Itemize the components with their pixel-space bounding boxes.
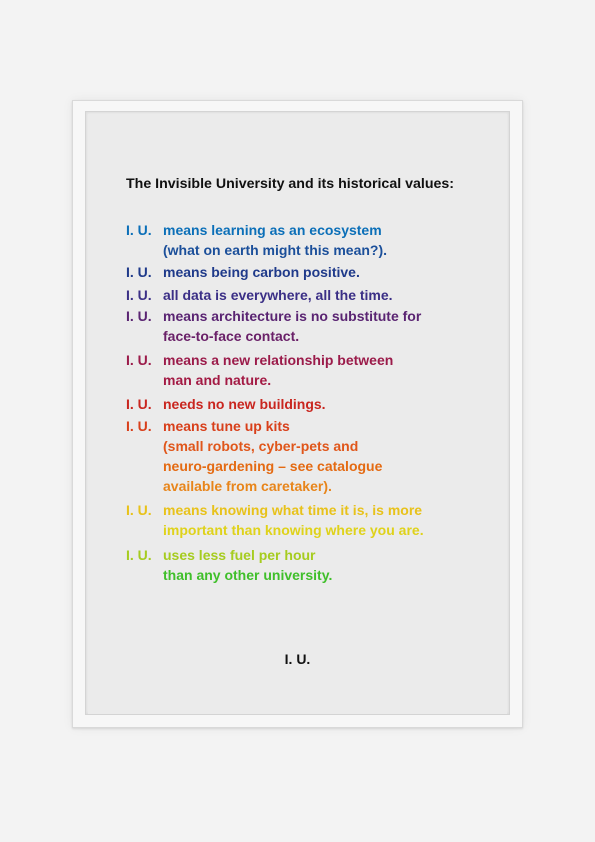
iu-prefix: I. U. [126, 547, 152, 563]
iu-prefix: I. U. [126, 352, 152, 368]
value-item-9: I. U. uses less fuel per hour than any ot… [126, 545, 332, 585]
poster-signature: I. U. [284, 651, 311, 667]
poster: The Invisible University and its histori… [88, 114, 507, 714]
iu-prefix: I. U. [126, 502, 152, 518]
iu-prefix: I. U. [126, 264, 152, 280]
value-line: means learning as an ecosystem [163, 222, 382, 238]
value-item-5: I. U. means a new relationship between ma… [126, 350, 393, 390]
value-line: uses less fuel per hour [163, 547, 316, 563]
poster-photo-scene: The Invisible University and its histori… [0, 0, 595, 842]
value-item-8: I. U. means knowing what time it is, is m… [126, 500, 424, 540]
iu-prefix: I. U. [126, 418, 152, 434]
value-line: than any other university. [163, 567, 333, 583]
value-line: means tune up kits [163, 418, 290, 434]
iu-prefix: I. U. [126, 396, 152, 412]
value-line: neuro-gardening – see catalogue [163, 458, 383, 474]
value-line: available from caretaker). [163, 478, 332, 494]
value-item-1: I. U. means learning as an ecosystem (wha… [126, 220, 387, 260]
value-item-3: I. U. all data is everywhere, all the tim… [126, 285, 393, 305]
value-line: all data is everywhere, all the time. [163, 287, 393, 303]
value-line: important than knowing where you are. [163, 522, 424, 538]
value-item-2: I. U. means being carbon positive. [126, 262, 360, 282]
value-line: means architecture is no substitute for [163, 308, 422, 324]
value-item-6: I. U. needs no new buildings. [126, 394, 326, 414]
iu-prefix: I. U. [126, 222, 152, 238]
value-item-4: I. U. means architecture is no substitute… [126, 306, 421, 346]
value-line: means being carbon positive. [163, 264, 360, 280]
value-line: man and nature. [163, 372, 272, 388]
poster-title: The Invisible University and its histori… [126, 176, 454, 192]
iu-prefix: I. U. [126, 287, 152, 303]
value-item-7: I. U. means tune up kits (small robots, c… [126, 416, 382, 496]
iu-prefix: I. U. [126, 308, 152, 324]
value-line: (small robots, cyber-pets and [163, 438, 359, 454]
value-line: face-to-face contact. [163, 328, 300, 344]
value-line: (what on earth might this mean?). [163, 242, 388, 258]
value-line: means knowing what time it is, is more [163, 502, 423, 518]
value-line: needs no new buildings. [163, 396, 326, 412]
value-line: means a new relationship between [163, 352, 394, 368]
